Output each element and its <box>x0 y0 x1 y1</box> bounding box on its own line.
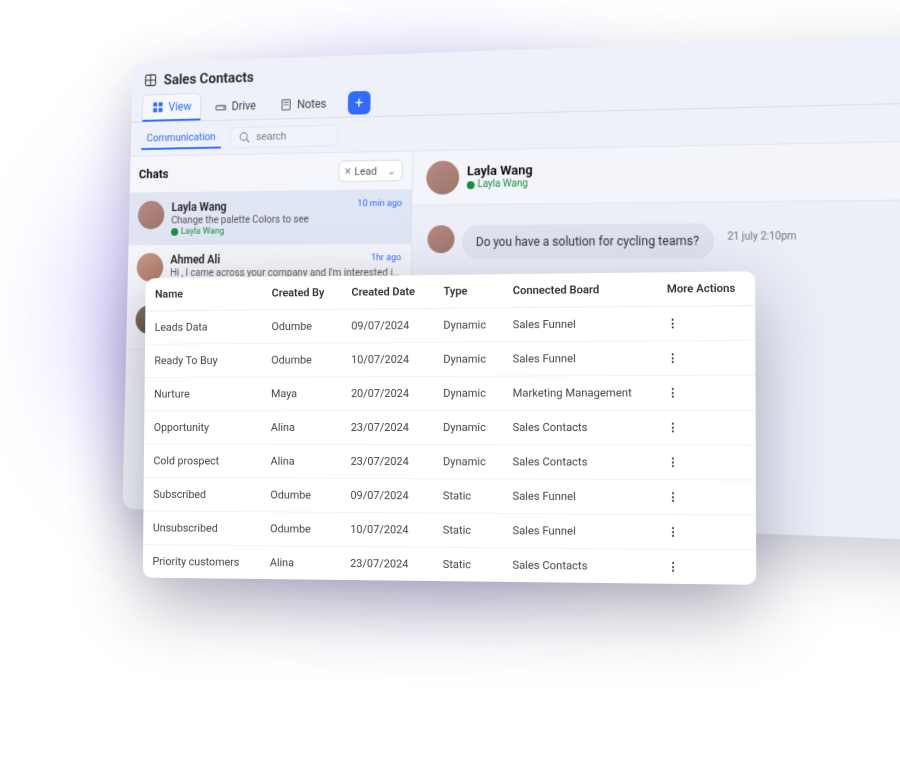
tab-label: Drive <box>231 99 256 113</box>
table-row[interactable]: UnsubscribedOdumbe10/07/2024StaticSales … <box>143 511 756 550</box>
table-cell: 10/07/2024 <box>341 342 433 376</box>
search-icon <box>238 130 251 144</box>
tab-label: Notes <box>297 97 327 111</box>
table-cell: Dynamic <box>433 410 502 444</box>
table-cell: Marketing Management <box>503 376 657 411</box>
more-actions-button[interactable]: ⋮ <box>667 525 680 538</box>
table-row[interactable]: NurtureMaya20/07/2024DynamicMarketing Ma… <box>144 375 755 411</box>
notes-icon <box>279 98 292 112</box>
table-cell: Dynamic <box>433 342 502 376</box>
more-actions-button[interactable]: ⋮ <box>667 490 679 503</box>
table-cell: Opportunity <box>144 411 261 445</box>
table-cell: Alina <box>261 411 341 445</box>
table-cell: Static <box>433 513 503 548</box>
table-cell: Maya <box>261 377 341 411</box>
message-timestamp: 21 july 2:10pm <box>727 231 796 243</box>
table-cell: 23/07/2024 <box>341 444 433 478</box>
more-actions-button[interactable]: ⋮ <box>667 560 680 573</box>
table-cell: Sales Funnel <box>503 341 657 376</box>
add-tab-button[interactable]: + <box>348 90 371 114</box>
avatar <box>426 161 459 195</box>
table-row[interactable]: Ready To BuyOdumbe10/07/2024DynamicSales… <box>145 340 756 377</box>
table-cell: Alina <box>260 546 340 580</box>
table-row[interactable]: OpportunityAlina23/07/2024DynamicSales C… <box>144 410 756 445</box>
table-cell: Ready To Buy <box>145 343 262 377</box>
chat-timestamp: 1hr ago <box>371 252 402 263</box>
table-cell: 20/07/2024 <box>341 376 433 410</box>
segments-table-card: NameCreated ByCreated DateTypeConnected … <box>143 271 756 585</box>
tab-notes[interactable]: Notes <box>269 90 337 118</box>
table-header-cell: Name <box>145 277 262 311</box>
chat-meta: Layla Wang <box>171 225 402 237</box>
table-cell: Dynamic <box>433 308 502 343</box>
table-cell: Sales Funnel <box>502 513 657 549</box>
table-cell: Dynamic <box>433 445 503 479</box>
table-cell: Sales Contacts <box>502 445 656 480</box>
chat-name: Ahmed Ali <box>170 252 401 266</box>
table-cell: 23/07/2024 <box>341 410 433 444</box>
table-cell: Sales Contacts <box>502 410 656 445</box>
table-cell: 09/07/2024 <box>341 308 433 343</box>
message-incoming: Do you have a solution for cycling teams… <box>427 221 900 259</box>
table-cell: Priority customers <box>143 545 260 579</box>
message-text: Do you have a solution for cycling teams… <box>476 234 699 249</box>
table-cell: Static <box>433 547 503 582</box>
table-header-cell: Connected Board <box>503 272 657 307</box>
more-actions-button[interactable]: ⋮ <box>667 351 679 364</box>
layout-icon <box>152 101 165 115</box>
chip-close-icon[interactable]: × <box>345 164 351 178</box>
table-cell: Cold prospect <box>144 444 261 478</box>
table-cell: Subscribed <box>143 478 260 512</box>
table-cell: Odumbe <box>260 512 340 547</box>
table-cell: 10/07/2024 <box>340 512 433 547</box>
table-header-cell: Type <box>433 274 502 308</box>
filter-chip[interactable]: × Lead ⌄ <box>338 160 403 183</box>
more-actions-button[interactable]: ⋮ <box>667 317 679 330</box>
more-actions-button[interactable]: ⋮ <box>667 386 679 399</box>
avatar <box>427 225 454 253</box>
chat-item[interactable]: Layla Wang Change the palette Colors to … <box>129 190 412 246</box>
table-cell: Alina <box>261 444 341 478</box>
table-header-cell: More Actions <box>656 271 755 306</box>
page-title: Sales Contacts <box>164 68 254 88</box>
grid-icon <box>144 73 157 87</box>
table-row[interactable]: Cold prospectAlina23/07/2024DynamicSales… <box>144 444 756 480</box>
table-cell: Static <box>433 479 503 514</box>
table-cell: Sales Contacts <box>502 548 657 584</box>
table-cell: Sales Funnel <box>503 306 657 342</box>
tab-drive[interactable]: Drive <box>204 92 266 119</box>
table-header-cell: Created By <box>262 276 342 310</box>
search-box[interactable] <box>230 124 338 148</box>
table-row[interactable]: Leads DataOdumbe09/07/2024DynamicSales F… <box>145 305 755 344</box>
chat-timestamp: 10 min ago <box>357 198 402 209</box>
table-cell: Leads Data <box>145 310 262 344</box>
more-actions-button[interactable]: ⋮ <box>667 456 679 469</box>
table-cell: Dynamic <box>433 376 502 410</box>
thread-meta: Layla Wang <box>467 178 533 190</box>
chip-label: Lead <box>354 164 377 177</box>
table-cell: Odumbe <box>260 478 340 512</box>
drive-icon <box>214 100 227 114</box>
search-input[interactable] <box>256 129 330 142</box>
table-row[interactable]: SubscribedOdumbe09/07/2024StaticSales Fu… <box>143 478 756 515</box>
table-header-row: NameCreated ByCreated DateTypeConnected … <box>145 271 755 311</box>
avatar <box>138 201 165 230</box>
table-cell: Odumbe <box>261 343 341 377</box>
table-cell: Nurture <box>144 377 261 411</box>
table-cell: Odumbe <box>262 309 342 343</box>
tab-label: View <box>168 100 191 114</box>
table-cell: Sales Funnel <box>502 479 657 514</box>
table-cell: Unsubscribed <box>143 511 260 546</box>
tab-view[interactable]: View <box>142 93 202 122</box>
thread-name: Layla Wang <box>467 163 533 179</box>
table-cell: 09/07/2024 <box>341 478 433 513</box>
table-header-cell: Created Date <box>342 275 434 309</box>
more-actions-button[interactable]: ⋮ <box>667 421 679 434</box>
chevron-down-icon: ⌄ <box>387 164 396 177</box>
table-cell: 23/07/2024 <box>340 546 433 581</box>
subtab-communication[interactable]: Communication <box>141 127 221 151</box>
segments-table: NameCreated ByCreated DateTypeConnected … <box>143 271 756 585</box>
chats-title: Chats <box>139 167 169 182</box>
